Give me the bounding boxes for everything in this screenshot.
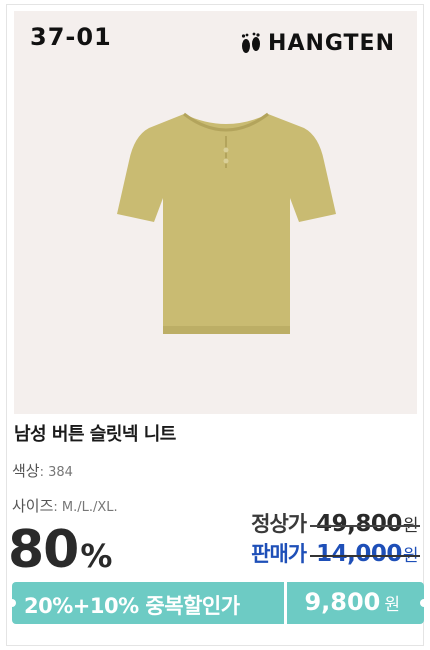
banner-currency: 원 — [384, 595, 400, 615]
regular-price: 49,800원 — [310, 511, 420, 537]
size-info: 사이즈: M./L./XL. — [12, 495, 118, 516]
sale-price-row: 판매가 14,000원 — [251, 538, 420, 568]
brand-logo: HANGTEN — [240, 31, 395, 56]
shirt-image — [117, 112, 336, 334]
product-photo[interactable]: 37-01 HANGTEN — [14, 11, 417, 414]
sale-price: 14,000원 — [310, 541, 420, 567]
banner-left: 20%+10% 중복할인가 — [12, 582, 284, 624]
brand-name: HANGTEN — [268, 31, 395, 56]
regular-price-label: 정상가 — [251, 512, 307, 536]
banner-right: 9,800 원 — [287, 582, 424, 624]
feet-icon — [241, 32, 261, 53]
strikethrough-line — [310, 525, 420, 528]
color-value: : 384 — [39, 465, 73, 480]
strikethrough-line — [310, 555, 420, 558]
discount-number: 80 — [8, 520, 79, 580]
regular-price-row: 정상가 49,800원 — [251, 508, 420, 538]
banner-price-value: 9,800 — [304, 588, 381, 616]
discount-symbol: % — [80, 537, 113, 575]
regular-price-value: 49,800 — [316, 511, 402, 537]
size-label: 사이즈 — [12, 497, 54, 515]
sale-price-value: 14,000 — [316, 541, 402, 567]
color-label: 색상 — [12, 462, 40, 480]
color-info: 색상: 384 — [12, 460, 73, 481]
banner-dot-left — [8, 599, 16, 607]
banner-dot-right — [420, 599, 428, 607]
banner-text: 20%+10% 중복할인가 — [24, 594, 240, 618]
product-name[interactable]: 남성 버튼 슬릿넥 니트 — [14, 420, 176, 446]
discount-rate: 80% — [8, 520, 112, 580]
coupon-discount-banner[interactable]: 20%+10% 중복할인가 9,800 원 — [8, 582, 428, 624]
product-code: 37-01 — [30, 23, 112, 51]
size-value: : M./L./XL. — [53, 500, 118, 515]
banner-price: 9,800 원 — [304, 588, 400, 616]
sale-price-label: 판매가 — [251, 542, 307, 566]
